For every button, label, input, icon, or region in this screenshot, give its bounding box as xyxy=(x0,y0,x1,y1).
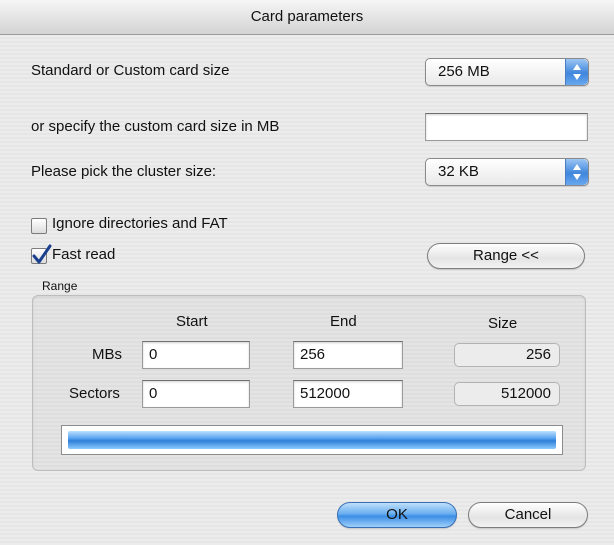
mbs-start-field[interactable]: 0 xyxy=(142,341,250,369)
sectors-label: Sectors xyxy=(69,385,120,402)
mbs-label: MBs xyxy=(92,346,122,363)
title-bar[interactable]: Card parameters xyxy=(0,0,614,35)
sectors-end-field[interactable]: 512000 xyxy=(293,380,403,408)
cluster-size-value: 32 KB xyxy=(438,163,479,180)
fast-read-checkbox[interactable] xyxy=(31,244,52,264)
progress-fill xyxy=(68,431,556,449)
ignore-dirs-label[interactable]: Ignore directories and FAT xyxy=(52,215,228,232)
start-header: Start xyxy=(176,313,208,330)
custom-size-label: or specify the custom card size in MB xyxy=(31,118,280,135)
sectors-start-field[interactable]: 0 xyxy=(142,380,250,408)
checkmark-icon xyxy=(32,244,52,264)
custom-size-field[interactable] xyxy=(425,113,588,141)
window-title: Card parameters xyxy=(250,8,364,25)
end-header: End xyxy=(330,313,357,330)
card-size-popup[interactable]: 256 MB xyxy=(425,58,589,86)
cluster-size-popup[interactable]: 32 KB xyxy=(425,158,589,186)
card-parameters-dialog: Card parameters Standard or Custom card … xyxy=(0,0,614,545)
sectors-size-field: 512000 xyxy=(454,382,560,406)
card-size-label: Standard or Custom card size xyxy=(31,62,230,79)
size-header: Size xyxy=(488,315,518,332)
mbs-size-field: 256 xyxy=(454,343,560,367)
card-size-value: 256 MB xyxy=(438,63,490,80)
fast-read-label[interactable]: Fast read xyxy=(52,246,115,263)
ok-button[interactable]: OK xyxy=(337,502,457,528)
mbs-end-field[interactable]: 256 xyxy=(293,341,403,369)
updown-arrows-icon xyxy=(565,59,588,85)
progress-bar xyxy=(61,425,563,455)
range-toggle-button[interactable]: Range << xyxy=(427,243,585,269)
ignore-dirs-checkbox[interactable] xyxy=(31,218,47,234)
updown-arrows-icon xyxy=(565,159,588,185)
range-group-label: Range xyxy=(42,279,78,293)
cluster-size-label: Please pick the cluster size: xyxy=(31,163,217,180)
cancel-button[interactable]: Cancel xyxy=(468,502,588,528)
